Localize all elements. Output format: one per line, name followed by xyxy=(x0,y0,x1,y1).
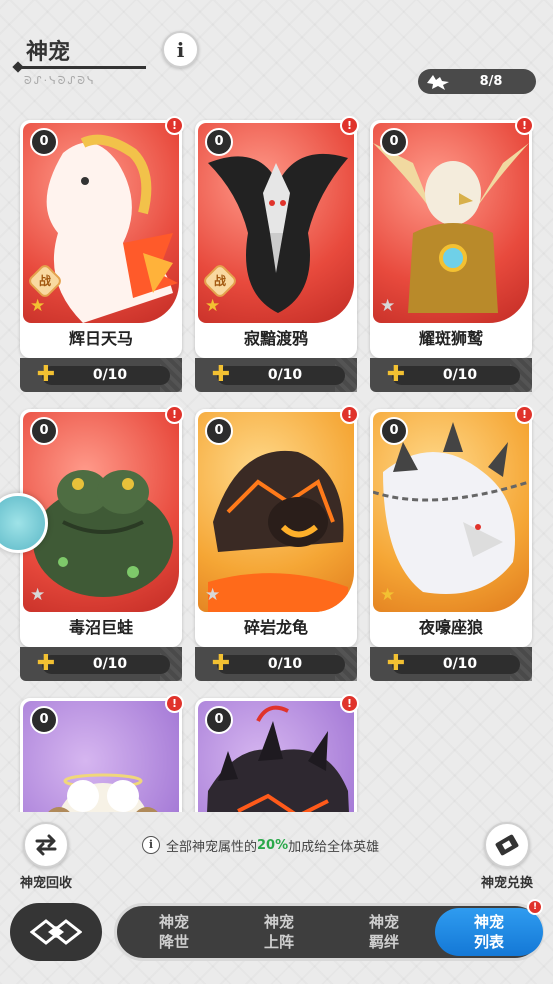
tab-list[interactable]: 神宠列表 xyxy=(435,908,543,956)
exchange-button[interactable] xyxy=(484,822,530,868)
alert-icon: ! xyxy=(165,116,184,135)
swap-arrows-icon xyxy=(35,834,57,856)
header: 神宠 ᘐᔑ·ᓭᘐᔑᘐᓭ i 8/8 xyxy=(0,0,553,110)
tab-bar: 神宠降世 神宠上阵 神宠羁绊 神宠列表 xyxy=(114,903,544,961)
pet-level-badge: 0 xyxy=(205,706,233,734)
fragment-bar: ✚ 0/10 xyxy=(195,358,357,392)
tab-bond[interactable]: 神宠羁绊 xyxy=(339,906,429,958)
star-icon: ★ xyxy=(205,585,221,605)
exchange-label: 神宠兑换 xyxy=(480,876,533,891)
pet-level-badge: 0 xyxy=(380,128,408,156)
alert-icon: ! xyxy=(515,405,534,424)
pet-level-badge: 0 xyxy=(205,128,233,156)
pet-card[interactable]: 寂黯渡鸦 0 ! 战 ★ ✚ 0/10 xyxy=(195,116,359,395)
pet-card[interactable]: 毒沼巨蛙 0 ! ★ ✚ 0/10 xyxy=(20,405,184,684)
puzzle-piece-icon: ✚ xyxy=(386,362,406,387)
star-icon: ★ xyxy=(380,296,396,316)
tab-summon[interactable]: 神宠降世 xyxy=(129,906,219,958)
pet-level-badge: 0 xyxy=(30,128,58,156)
fragment-count: 0/10 xyxy=(442,656,478,672)
alert-icon: ! xyxy=(165,694,184,713)
recycle-button[interactable] xyxy=(23,822,69,868)
pet-level-badge: 0 xyxy=(30,417,58,445)
pet-level-badge: 0 xyxy=(380,417,408,445)
puzzle-piece-icon: ✚ xyxy=(211,362,231,387)
bottom-info-bar: 神宠回收 i 全部神宠属性的 20% 加成给全体英雄 神宠兑换 xyxy=(0,820,553,895)
bonus-percent: 20% xyxy=(257,837,289,853)
fragment-count: 0/10 xyxy=(92,367,128,383)
fragment-bar: ✚ 0/10 xyxy=(370,358,532,392)
pet-name: 毒沼巨蛙 xyxy=(68,618,133,637)
guild-emblem-icon xyxy=(30,919,82,945)
recycle-label: 神宠回收 xyxy=(19,876,72,891)
alert-icon: ! xyxy=(340,405,359,424)
alert-icon: ! xyxy=(515,116,534,135)
info-button[interactable]: i xyxy=(162,31,199,68)
star-icon: ★ xyxy=(30,296,46,316)
alert-icon: ! xyxy=(340,694,359,713)
pet-name: 夜嚎座狼 xyxy=(418,618,483,637)
pet-count-pill: 8/8 xyxy=(418,69,536,94)
alert-icon: ! xyxy=(340,116,359,135)
puzzle-piece-icon: ✚ xyxy=(36,651,56,676)
fragment-bar: ✚ 0/10 xyxy=(20,647,182,681)
tab-deploy[interactable]: 神宠上阵 xyxy=(234,906,324,958)
puzzle-piece-icon: ✚ xyxy=(36,362,56,387)
fragment-bar: ✚ 0/10 xyxy=(20,358,182,392)
info-icon: i xyxy=(142,836,160,854)
alert-icon: ! xyxy=(527,899,543,915)
info-icon: i xyxy=(176,37,185,62)
pet-name: 辉日天马 xyxy=(68,329,133,348)
pet-name: 耀斑狮鹫 xyxy=(418,329,483,348)
fragment-bar: ✚ 0/10 xyxy=(195,647,357,681)
pet-card[interactable]: 0 ! xyxy=(195,694,359,812)
fragment-count: 0/10 xyxy=(92,656,128,672)
page-subtitle: ᘐᔑ·ᓭᘐᔑᘐᓭ xyxy=(24,74,96,87)
star-icon: ★ xyxy=(205,296,221,316)
alert-icon: ! xyxy=(165,405,184,424)
pet-grid[interactable]: 辉日天马 0 ! 战 ★ ✚ 0/10 寂黯渡鸦 0 ! 战 ★ ✚ 0/10 … xyxy=(0,112,553,812)
pet-level-badge: 0 xyxy=(30,706,58,734)
home-button[interactable] xyxy=(10,903,102,961)
pet-count: 8/8 xyxy=(479,74,503,89)
pet-card[interactable]: 辉日天马 0 ! 战 ★ ✚ 0/10 xyxy=(20,116,184,395)
star-icon: ★ xyxy=(30,585,46,605)
title-underline xyxy=(16,66,146,69)
pet-card[interactable]: 0 ! xyxy=(20,694,184,812)
fragment-count: 0/10 xyxy=(267,656,303,672)
fragment-count: 0/10 xyxy=(267,367,303,383)
puzzle-piece-icon: ✚ xyxy=(211,651,231,676)
pet-name: 碎岩龙龟 xyxy=(243,618,308,637)
ticket-icon xyxy=(495,834,519,856)
star-icon: ★ xyxy=(380,585,396,605)
puzzle-piece-icon: ✚ xyxy=(386,651,406,676)
pet-card[interactable]: 碎岩龙龟 0 ! ★ ✚ 0/10 xyxy=(195,405,359,684)
bottom-nav: 神宠降世 神宠上阵 神宠羁绊 神宠列表 ! xyxy=(0,899,553,969)
wolf-head-icon xyxy=(418,69,458,94)
fragment-bar: ✚ 0/10 xyxy=(370,647,532,681)
pet-card[interactable]: 夜嚎座狼 0 ! ★ ✚ 0/10 xyxy=(370,405,534,684)
page-title: 神宠 xyxy=(26,40,71,65)
pet-level-badge: 0 xyxy=(205,417,233,445)
pet-card[interactable]: 耀斑狮鹫 0 ! ★ ✚ 0/10 xyxy=(370,116,534,395)
pet-name: 寂黯渡鸦 xyxy=(243,329,308,348)
bonus-info: i 全部神宠属性的 20% 加成给全体英雄 xyxy=(142,834,379,856)
fragment-count: 0/10 xyxy=(442,367,478,383)
